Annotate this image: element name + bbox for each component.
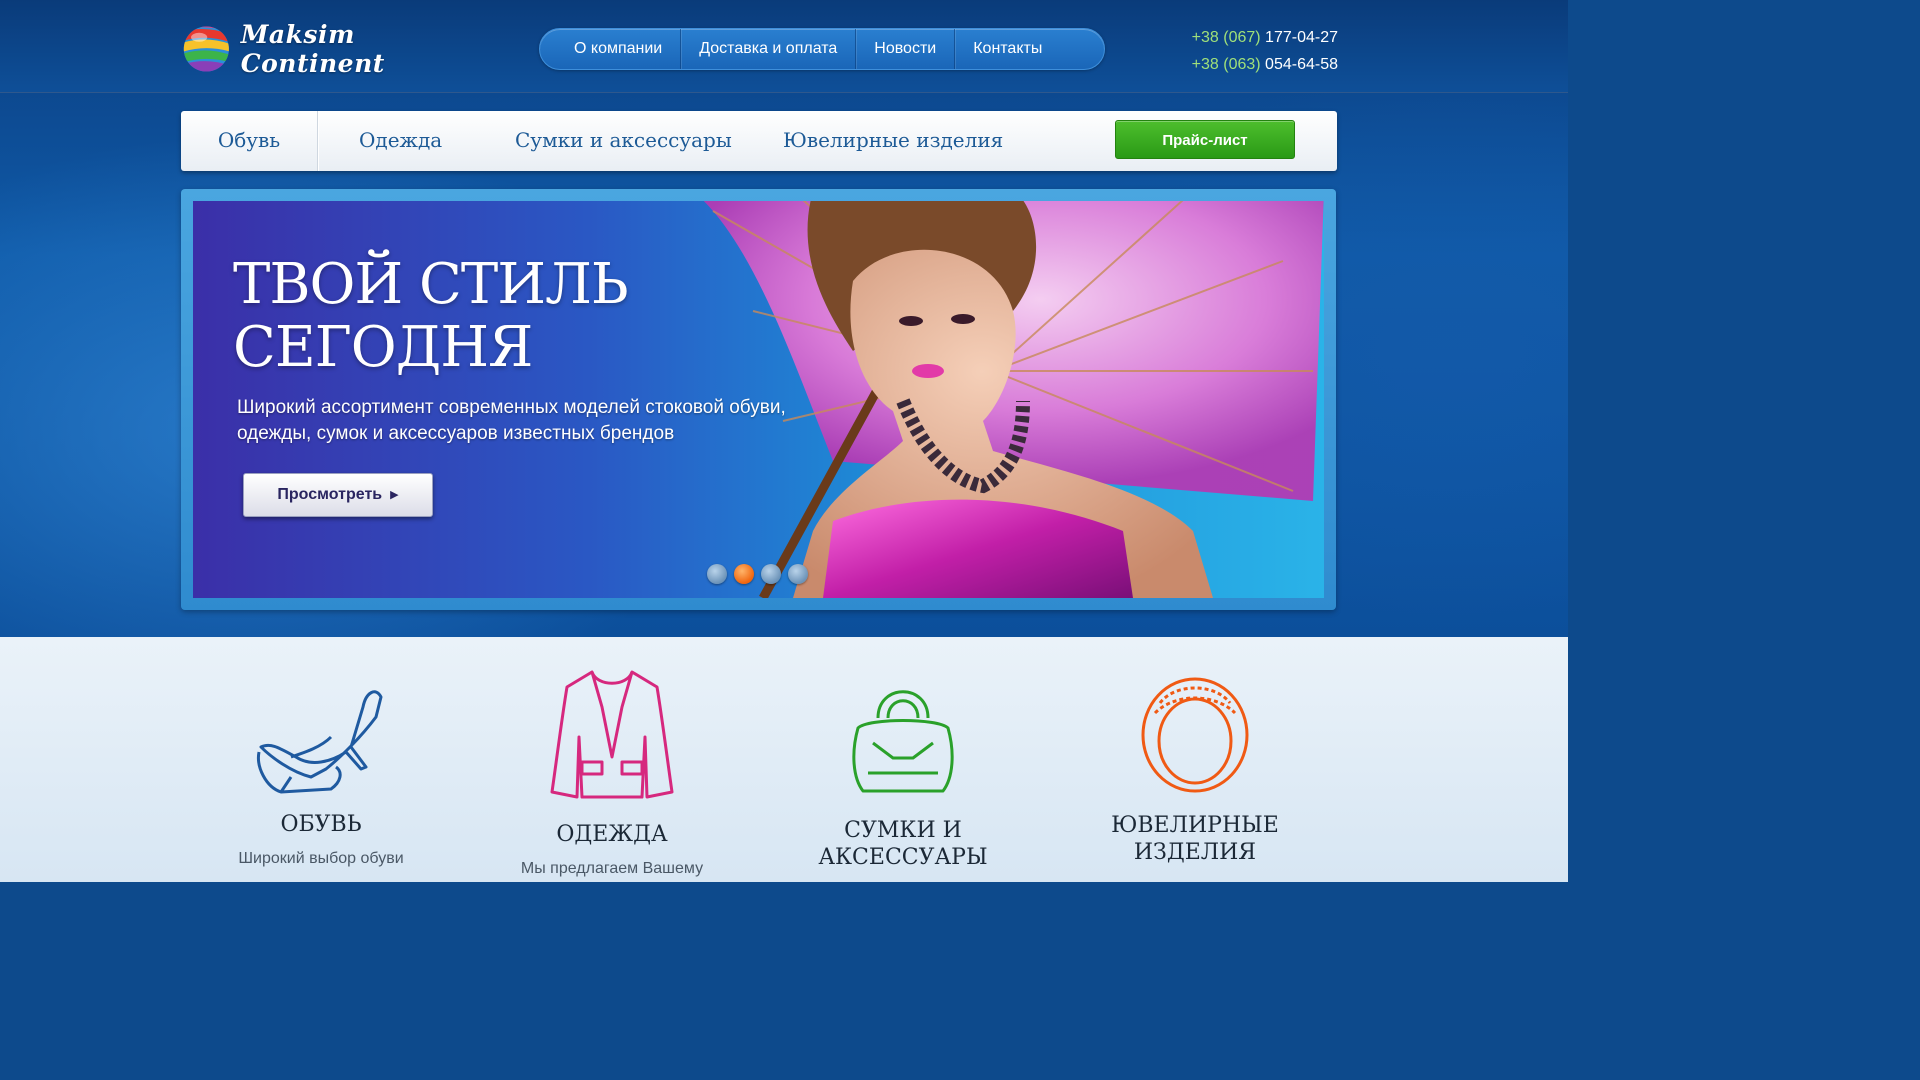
topnav-item-contacts[interactable]: Контакты [955, 29, 1060, 69]
feature-jewelry[interactable]: Ювелирные изделия [1065, 637, 1325, 876]
feature-shoes[interactable]: Обувь Широкий выбор обуви [191, 637, 451, 870]
slider-dot-1[interactable] [707, 564, 727, 584]
top-navigation: О компании Доставка и оплата Новости Кон… [539, 28, 1105, 70]
shoe-icon [256, 690, 383, 794]
handbag-icon [852, 690, 954, 793]
banner-slider: Твой стиль сегодня Широкий ассортимент с… [181, 189, 1336, 610]
feature-title: Обувь [280, 812, 362, 837]
slide-description: Широкий ассортимент современных моделей … [237, 397, 786, 444]
topnav-item-about[interactable]: О компании [556, 29, 682, 69]
feature-text: Мы предлагаем Вашему [520, 860, 704, 877]
phone-code: +38 (067) [1191, 29, 1261, 46]
feature-bags[interactable]: Сумки и аксессуары [773, 637, 1033, 881]
phone-2[interactable]: +38 (063) 054-64-58 [1183, 51, 1338, 78]
phone-1[interactable]: +38 (067) 177-04-27 [1183, 24, 1338, 51]
feature-title: Одежда [556, 822, 668, 847]
phone-code: +38 (063) [1191, 56, 1261, 73]
category-clothes[interactable]: Одежда [359, 111, 442, 171]
arrow-right-icon: ▶ [390, 489, 399, 501]
logo[interactable]: Maksim Continent [182, 20, 482, 78]
slider-dot-2[interactable] [734, 564, 754, 584]
feature-text: Широкий выбор обуви [238, 850, 404, 867]
phone-list: +38 (067) 177-04-27 +38 (063) 054-64-58 [1183, 24, 1338, 78]
topnav-item-news[interactable]: Новости [856, 29, 956, 69]
phone-number: 054-64-58 [1265, 56, 1338, 73]
jacket-icon [550, 670, 674, 799]
globe-logo-icon [183, 26, 229, 72]
brand-name: Maksim Continent [240, 20, 385, 78]
topnav-item-delivery[interactable]: Доставка и оплата [681, 29, 857, 69]
slide: Твой стиль сегодня Широкий ассортимент с… [193, 201, 1324, 598]
feature-title: Сумки и аксессуары [818, 818, 988, 870]
phone-number: 177-04-27 [1265, 29, 1338, 46]
ring-icon [1141, 677, 1249, 793]
slider-dot-4[interactable] [788, 564, 808, 584]
slide-title-line2: сегодня [233, 315, 533, 380]
category-features: Обувь Широкий выбор обуви Одежда Мы пред… [0, 637, 1568, 882]
slider-pagination [707, 564, 808, 584]
view-button[interactable]: Просмотреть ▶ [243, 473, 433, 517]
slide-title-line1: Твой стиль [233, 252, 629, 317]
feature-clothes[interactable]: Одежда Мы предлагаем Вашему [482, 637, 742, 880]
slider-dot-3[interactable] [761, 564, 781, 584]
category-bar: Обувь Одежда Сумки и аксессуары Ювелирны… [181, 111, 1337, 171]
feature-title: Ювелирные изделия [1111, 813, 1279, 865]
category-jewelry[interactable]: Ювелирные изделия [783, 111, 1003, 171]
price-list-button[interactable]: Прайс-лист [1115, 120, 1295, 159]
category-shoes[interactable]: Обувь [181, 111, 318, 171]
category-bags[interactable]: Сумки и аксессуары [515, 111, 732, 171]
slide-title: Твой стиль сегодня [233, 253, 793, 379]
view-button-label: Просмотреть [277, 486, 383, 503]
